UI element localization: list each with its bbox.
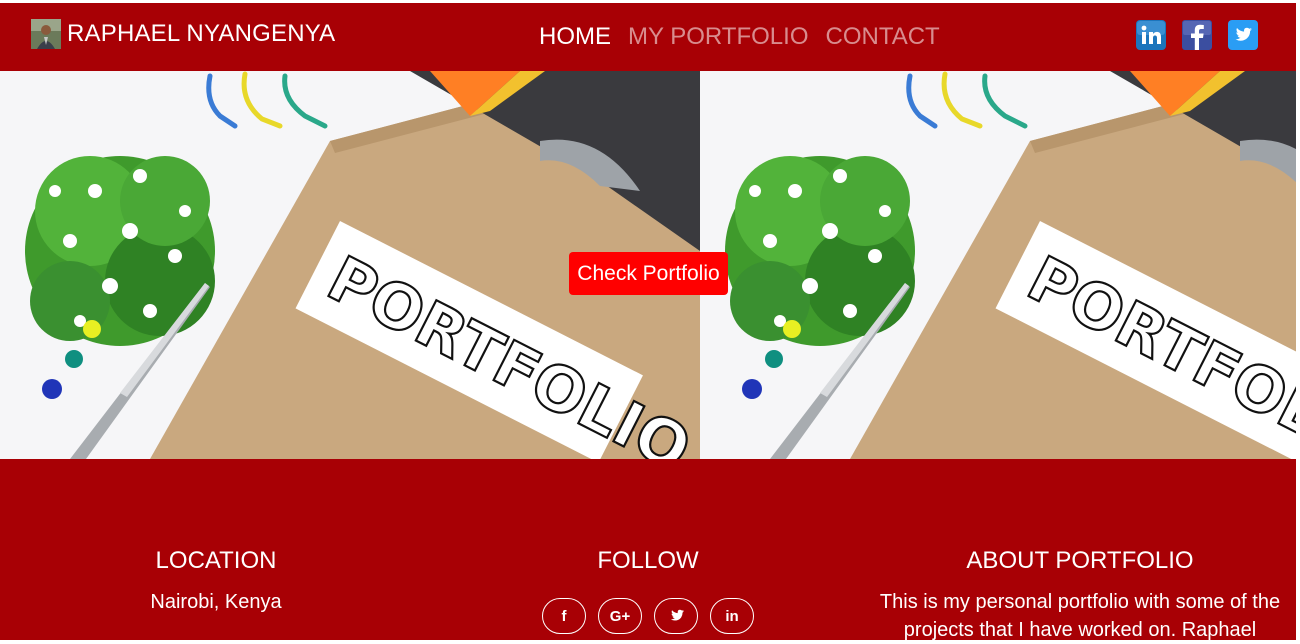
twitter-icon xyxy=(670,609,684,621)
linkedin-icon[interactable] xyxy=(1136,20,1166,50)
about-text: This is my personal portfolio with some … xyxy=(879,591,1281,641)
social-links xyxy=(1136,20,1274,50)
nav-contact[interactable]: CONTACT xyxy=(825,23,939,51)
location-text: Nairobi, Kenya xyxy=(150,591,282,613)
page-edge xyxy=(1296,0,1300,640)
avatar xyxy=(31,19,61,49)
follow-google-plus-button[interactable]: G+ xyxy=(598,598,642,634)
hero-image-repeat: PORTFOLIO xyxy=(700,71,1296,459)
footer-follow: FOLLOW f G+ in xyxy=(432,546,864,634)
nav-menu: HOME MY PORTFOLIO CONTACT xyxy=(539,22,957,52)
google-plus-icon: G+ xyxy=(609,607,631,625)
follow-twitter-button[interactable] xyxy=(654,598,698,634)
follow-facebook-button[interactable]: f xyxy=(542,598,586,634)
navbar: RAPHAEL NYANGENYA HOME MY PORTFOLIO CONT… xyxy=(0,3,1296,71)
footer: LOCATION Nairobi, Kenya FOLLOW f G+ in A… xyxy=(0,459,1296,641)
twitter-icon[interactable] xyxy=(1228,20,1258,50)
footer-about: ABOUT PORTFOLIO This is my personal port… xyxy=(864,546,1296,644)
check-portfolio-button[interactable]: Check Portfolio xyxy=(569,252,728,295)
facebook-icon[interactable] xyxy=(1182,20,1212,50)
brand-name: RAPHAEL NYANGENYA xyxy=(67,20,336,47)
linkedin-icon: in xyxy=(725,607,739,625)
nav-home[interactable]: HOME xyxy=(539,23,611,51)
nav-my-portfolio[interactable]: MY PORTFOLIO xyxy=(628,23,808,51)
about-heading: ABOUT PORTFOLIO xyxy=(966,547,1194,574)
footer-location: LOCATION Nairobi, Kenya xyxy=(0,546,432,616)
follow-heading: FOLLOW xyxy=(597,547,699,574)
follow-buttons: f G+ in xyxy=(432,598,864,634)
brand-link[interactable]: RAPHAEL NYANGENYA xyxy=(31,19,335,49)
facebook-icon: f xyxy=(561,607,567,625)
follow-linkedin-button[interactable]: in xyxy=(710,598,754,634)
location-heading: LOCATION xyxy=(155,547,277,574)
